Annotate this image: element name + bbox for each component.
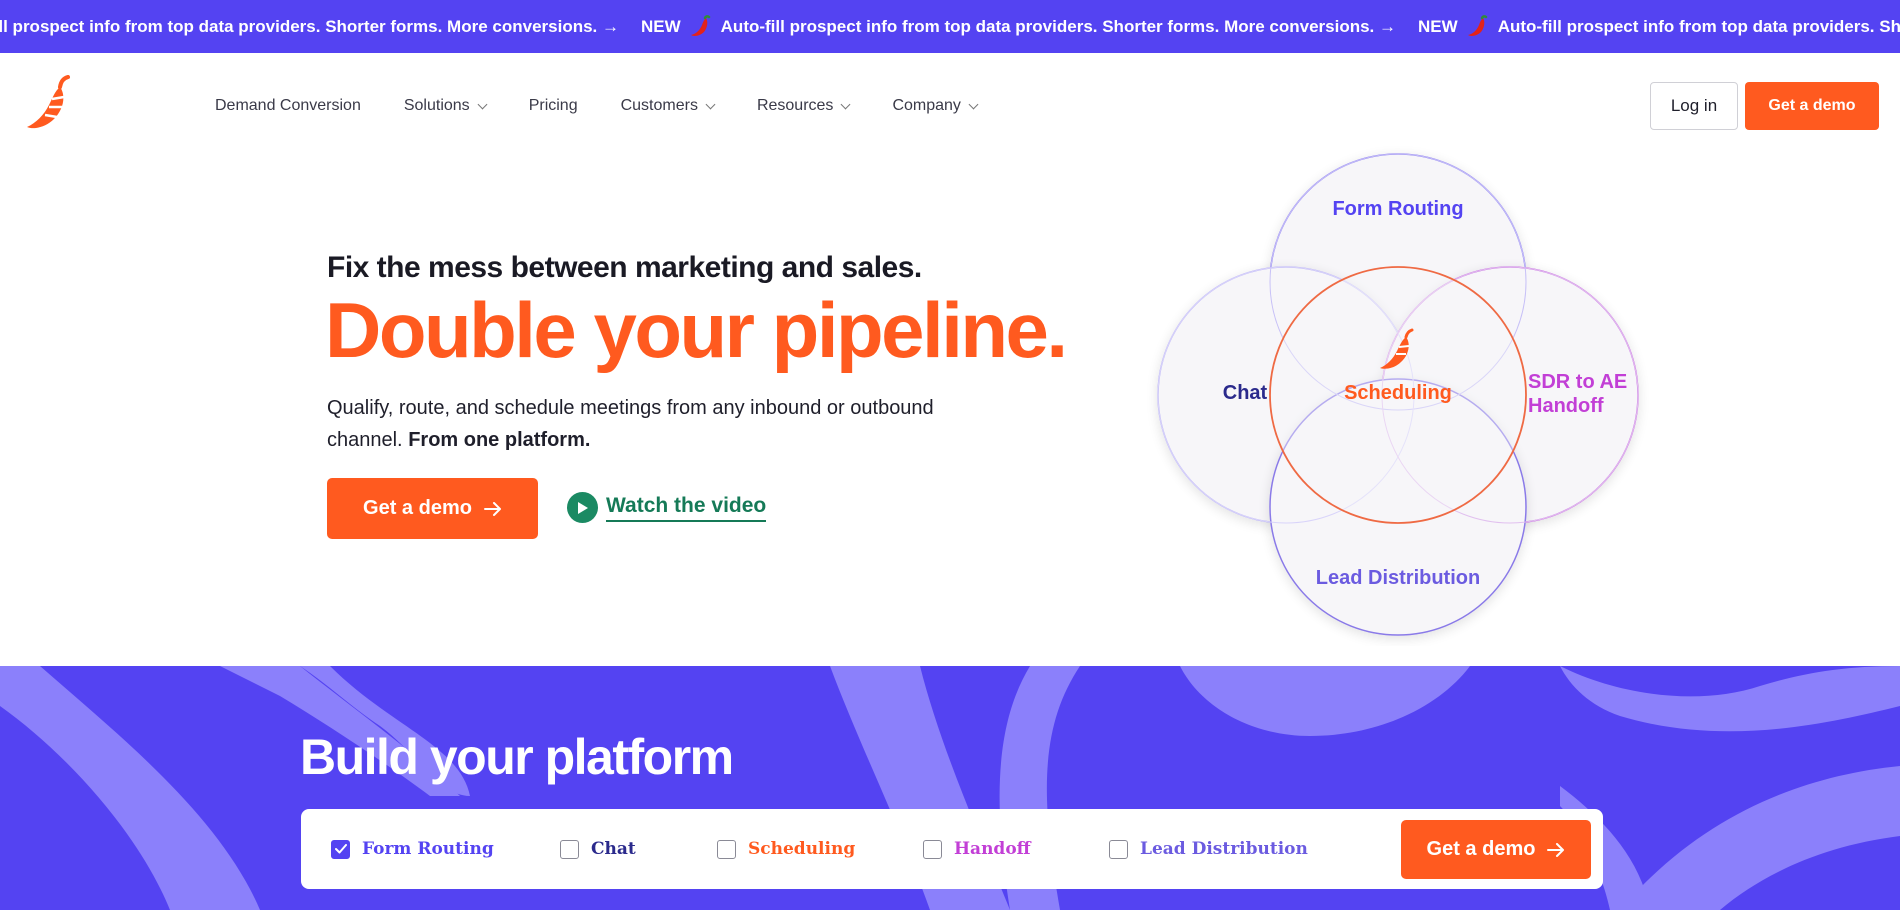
chili-pepper-icon [690,14,710,36]
arrow-right-icon [483,501,501,516]
nav-link-label: Company [892,97,961,114]
arrow-right-icon [1547,842,1565,857]
venn-label-scheduling: Scheduling [1344,382,1452,404]
hero-subtitle: Qualify, route, and schedule meetings fr… [327,392,967,456]
announcement-text: fill prospect info from top data provide… [0,16,619,36]
builder-demo-label: Get a demo [1426,838,1536,860]
venn-label-lead-distribution: Lead Distribution [1315,567,1481,589]
nav-link-label: Pricing [528,97,578,114]
announcement-text: Auto-fill prospect info from top data pr… [1497,16,1900,36]
checkbox[interactable] [560,839,579,859]
option-handoff[interactable]: Handoff [923,809,1031,889]
option-form-routing[interactable]: Form Routing [331,809,494,889]
build-platform-section: Build your platform Form Routing Chat Sc… [0,666,1900,910]
chevron-down-icon [840,99,851,109]
nav-link-company[interactable]: Company [892,97,979,115]
announcement-item[interactable]: fill prospect info from top data provide… [0,17,619,37]
nav-link-pricing[interactable]: Pricing [529,97,578,115]
option-label: Handoff [954,839,1031,859]
platform-venn-diagram: Form Routing Chat Scheduling SDR to AE H… [1140,146,1660,646]
checkbox[interactable] [717,839,736,859]
hero-get-demo-button[interactable]: Get a demo [327,478,538,539]
announcement-bar[interactable]: fill prospect info from top data provide… [0,0,1900,53]
option-label: Scheduling [748,839,856,859]
hero-demo-label: Get a demo [363,497,472,519]
new-badge: NEW [640,16,681,36]
announcement-text: Auto-fill prospect info from top data pr… [720,16,1397,36]
nav-links: Demand Conversion Solutions Pricing Cust… [215,53,1020,159]
platform-builder: Form Routing Chat Scheduling Handoff Lea… [301,809,1603,889]
option-label: Form Routing [362,839,494,859]
hero-subtitle-bold: From one platform. [408,429,591,451]
chili-pepper-icon [1467,14,1487,36]
nav-link-label: Solutions [403,97,470,114]
option-label: Chat [591,839,636,859]
announcement-track: fill prospect info from top data provide… [0,0,1900,53]
nav-link-customers[interactable]: Customers [620,97,716,115]
get-demo-button[interactable]: Get a demo [1745,82,1879,130]
main-nav: Demand Conversion Solutions Pricing Cust… [0,53,1900,159]
hero-eyebrow: Fix the mess between marketing and sales… [327,251,922,284]
builder-get-demo-button[interactable]: Get a demo [1401,820,1591,879]
announcement-item[interactable]: NEW Auto-fill prospect info from top dat… [640,14,1397,39]
build-platform-title: Build your platform [300,729,734,785]
watch-video-link[interactable]: Watch the video [567,492,767,523]
option-scheduling[interactable]: Scheduling [717,809,855,889]
venn-label-chat: Chat [1222,382,1268,404]
option-chat[interactable]: Chat [560,809,636,889]
checkbox[interactable] [923,839,942,859]
option-label: Lead Distribution [1140,839,1308,859]
venn-label-sdr-handoff: SDR to AE Handoff [1528,371,1628,417]
login-button[interactable]: Log in [1650,82,1738,130]
nav-link-label: Demand Conversion [215,97,361,114]
nav-link-resources[interactable]: Resources [756,97,851,115]
chevron-down-icon [477,99,488,109]
chili-piper-logo-icon[interactable] [24,75,74,131]
nav-link-demand-conversion[interactable]: Demand Conversion [215,97,361,115]
chevron-down-icon [705,99,716,109]
watch-video-label: Watch the video [606,494,767,522]
announcement-item[interactable]: NEW Auto-fill prospect info from top dat… [1418,14,1900,39]
checkmark-icon [334,844,347,854]
nav-link-label: Resources [756,97,834,114]
nav-link-solutions[interactable]: Solutions [403,97,488,115]
option-lead-distribution[interactable]: Lead Distribution [1109,809,1308,889]
checkbox-checked[interactable] [331,839,350,859]
venn-label-form-routing: Form Routing [1332,198,1464,220]
hero-title: Double your pipeline. [325,286,1068,374]
play-icon [567,492,598,523]
chevron-down-icon [968,99,979,109]
new-badge: NEW [1418,16,1458,36]
checkbox[interactable] [1109,839,1128,859]
nav-link-label: Customers [620,97,698,114]
